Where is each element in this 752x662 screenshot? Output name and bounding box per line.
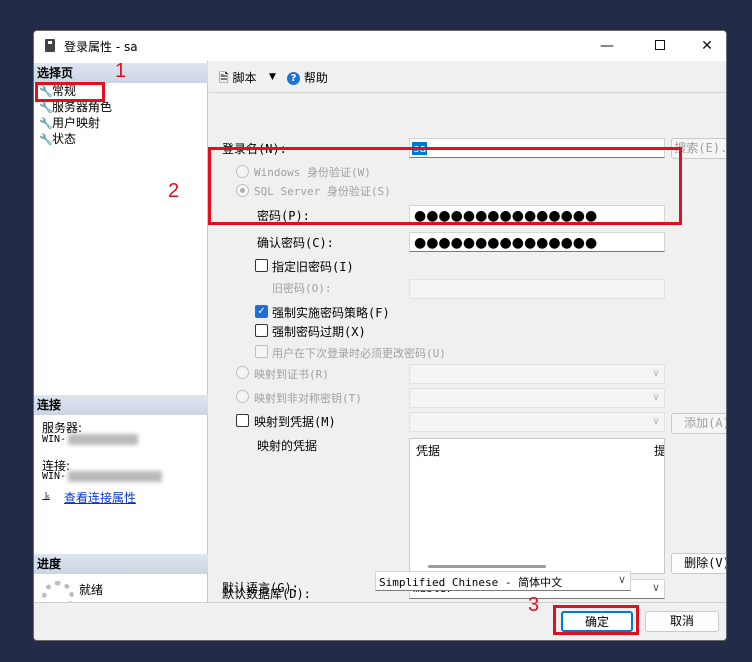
- delete-button[interactable]: 删除(V): [671, 553, 726, 574]
- page-label: 状态: [52, 132, 77, 146]
- map-asym-key-label: 映射到非对称密钥(T): [254, 392, 362, 405]
- page-label: 用户映射: [52, 116, 101, 130]
- view-connection-properties-link[interactable]: 查看连接属性: [64, 489, 136, 506]
- map-credential-label: 映射到凭据(M): [254, 415, 336, 429]
- enforce-expiration-checkbox[interactable]: [255, 324, 268, 337]
- highlight-box-1: [35, 82, 105, 102]
- highlight-box-3: [553, 605, 639, 635]
- progress-header: 进度: [34, 554, 208, 574]
- chevron-down-icon: ∨: [617, 573, 626, 586]
- page-label: 服务器角色: [52, 100, 113, 114]
- connection-value: WIN-: [42, 471, 67, 482]
- chevron-down-icon: ∨: [651, 581, 660, 594]
- close-button[interactable]: ✕: [684, 31, 726, 61]
- chevron-down-icon: ∨: [651, 414, 660, 427]
- server-value: WIN-: [42, 434, 67, 445]
- login-properties-dialog: 登录属性 - sa — ✕ 选择页 🔧常规 🔧服务器角色 🔧用户映射 🔧状态 连…: [33, 30, 727, 641]
- script-dropdown-icon[interactable]: ▼: [269, 72, 276, 82]
- old-password-input[interactable]: [409, 279, 665, 299]
- script-icon: 🗎: [219, 71, 229, 85]
- confirm-password-label: 确认密码(C):: [257, 236, 334, 250]
- general-page: 🗎 脚本 ▼ ? 帮助 登录名(N): sa 搜索(E)... Windows …: [209, 61, 726, 602]
- chevron-down-icon: ∨: [651, 366, 660, 379]
- redacted-connection: [68, 471, 162, 482]
- help-button[interactable]: ? 帮助: [287, 69, 328, 86]
- old-password-label: 旧密码(O):: [272, 282, 332, 295]
- map-credential-checkbox[interactable]: [236, 414, 249, 427]
- maximize-icon: [655, 40, 665, 50]
- confirm-password-input[interactable]: ●●●●●●●●●●●●●●●: [409, 232, 665, 252]
- chevron-down-icon: ∨: [651, 390, 660, 403]
- enforce-expiration-label: 强制密码过期(X): [272, 325, 366, 339]
- credential-select[interactable]: ∨: [409, 412, 665, 432]
- wrench-icon: 🔧: [39, 117, 53, 130]
- minimize-button[interactable]: —: [584, 31, 630, 61]
- annotation-3: 3: [528, 594, 540, 616]
- script-button[interactable]: 🗎 脚本: [219, 69, 257, 90]
- connection-header: 连接: [34, 395, 208, 415]
- title-bar: 登录属性 - sa — ✕: [34, 31, 726, 61]
- add-button[interactable]: 添加(A): [671, 413, 726, 434]
- default-lang-select[interactable]: Simplified Chinese - 简体中文 ∨: [375, 571, 631, 591]
- enforce-policy-label: 强制实施密码策略(F): [272, 306, 390, 320]
- maximize-button[interactable]: [637, 31, 683, 61]
- default-lang-label: 默认语言(G):: [222, 581, 299, 595]
- page-status[interactable]: 🔧状态: [39, 131, 76, 147]
- connection-properties-icon: ⫡: [42, 489, 51, 503]
- progress-status: 就绪: [79, 583, 104, 597]
- map-asym-key-radio[interactable]: [236, 390, 249, 403]
- must-change-label: 用户在下次登录时必须更改密码(U): [272, 347, 446, 360]
- confirm-password-value: ●●●●●●●●●●●●●●●: [414, 235, 598, 251]
- script-label: 脚本: [232, 71, 257, 85]
- mapped-credentials-label: 映射的凭据: [257, 439, 318, 453]
- wrench-icon: 🔧: [39, 133, 53, 146]
- mapped-credentials-grid[interactable]: 凭据 提: [409, 438, 665, 574]
- map-cert-radio[interactable]: [236, 366, 249, 379]
- toolbar: 🗎 脚本 ▼ ? 帮助: [209, 61, 726, 93]
- annotation-2: 2: [168, 180, 180, 202]
- must-change-checkbox[interactable]: [255, 345, 268, 358]
- cert-select[interactable]: ∨: [409, 364, 665, 384]
- cancel-button[interactable]: 取消: [645, 611, 719, 632]
- redacted-server: [68, 434, 138, 445]
- specify-old-password-label: 指定旧密码(I): [272, 260, 354, 274]
- window-title: 登录属性 - sa: [64, 40, 138, 54]
- grid-header-provider[interactable]: 提: [654, 442, 664, 459]
- help-label: 帮助: [303, 71, 328, 85]
- left-pane: 选择页 🔧常规 🔧服务器角色 🔧用户映射 🔧状态 连接 服务器: WIN- 连接…: [34, 61, 208, 613]
- server-icon: [45, 39, 55, 52]
- default-lang-value: Simplified Chinese - 简体中文: [379, 576, 563, 589]
- enforce-policy-checkbox[interactable]: ✓: [255, 305, 268, 318]
- help-icon: ?: [287, 72, 300, 85]
- grid-header-credential[interactable]: 凭据: [416, 442, 440, 459]
- horizontal-scrollbar[interactable]: [428, 565, 546, 568]
- annotation-1: 1: [115, 60, 127, 82]
- page-user-mapping[interactable]: 🔧用户映射: [39, 115, 100, 131]
- highlight-box-2: [208, 147, 682, 225]
- asym-key-select[interactable]: ∨: [409, 388, 665, 408]
- map-cert-label: 映射到证书(R): [254, 368, 329, 381]
- specify-old-password-checkbox[interactable]: [255, 259, 268, 272]
- wrench-icon: 🔧: [39, 101, 53, 114]
